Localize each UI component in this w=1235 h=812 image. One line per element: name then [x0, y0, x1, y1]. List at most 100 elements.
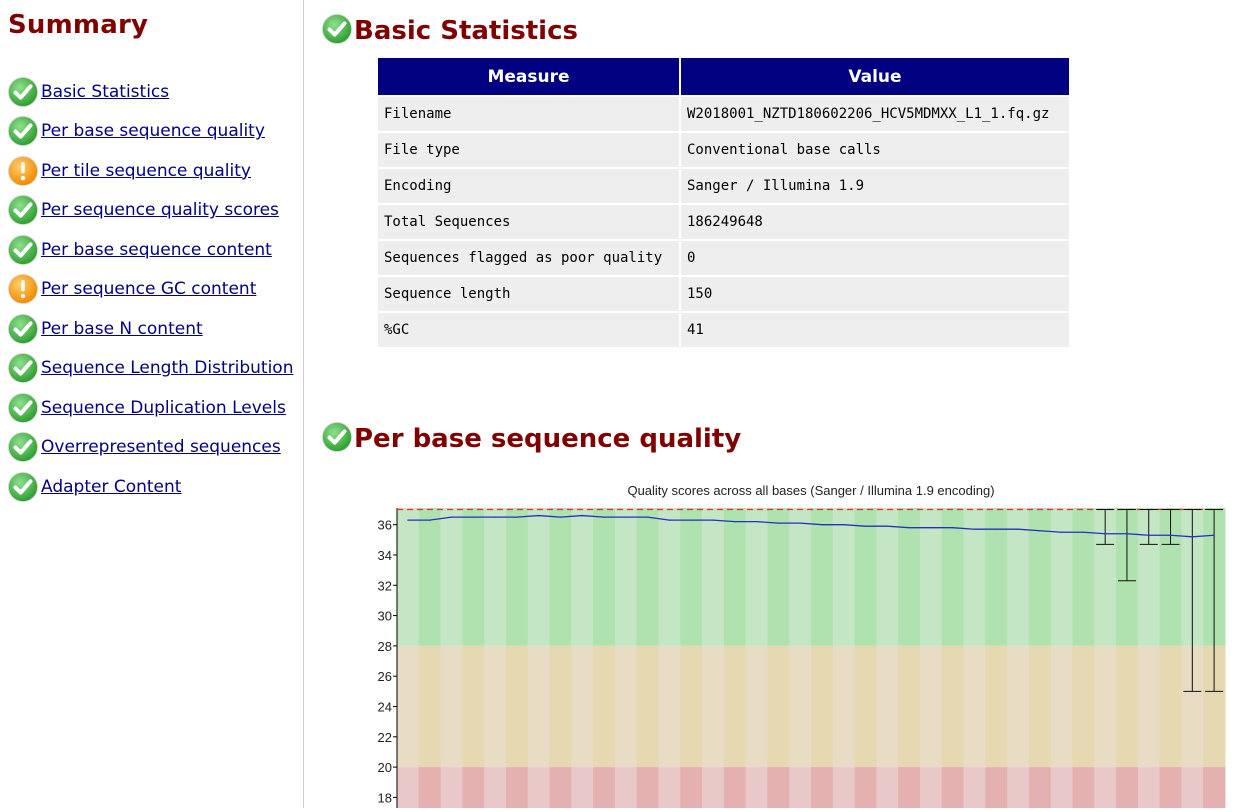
mean-quality-point: [799, 522, 801, 524]
zone-band-good: [593, 508, 616, 646]
zone-band-good: [505, 508, 529, 646]
zone-band-poor: [549, 767, 572, 808]
quality-chart-container: Quality scores across all bases (Sanger …: [304, 478, 1235, 808]
pass-icon: [6, 351, 40, 385]
summary-item: Overrepresented sequences: [6, 428, 293, 468]
mean-quality-point: [1017, 528, 1019, 530]
pass-icon: [6, 233, 40, 267]
zone-band-poor: [919, 767, 943, 808]
mean-quality-point: [777, 522, 779, 524]
summary-link[interactable]: Overrepresented sequences: [41, 437, 281, 457]
summary-link[interactable]: Adapter Content: [41, 477, 181, 497]
zone-band-good: [745, 508, 768, 646]
zone-band-reasonable: [440, 645, 463, 768]
summary-link[interactable]: Per sequence GC content: [41, 279, 256, 299]
pass-icon: [6, 193, 40, 227]
summary-item: Sequence Duplication Levels: [6, 388, 293, 428]
zone-band-good: [1050, 508, 1073, 646]
zone-band-reasonable: [723, 645, 747, 768]
measure-cell: Encoding: [378, 169, 679, 203]
y-tick-label: 18: [378, 790, 392, 805]
zone-band-poor: [462, 767, 485, 808]
zone-band-good: [614, 508, 638, 646]
mean-quality-point: [1060, 531, 1063, 533]
value-cell: W2018001_NZTD180602206_HCV5MDMXX_L1_1.fq…: [681, 97, 1069, 131]
zone-band-reasonable: [636, 645, 659, 768]
value-cell: Sanger / Illumina 1.9: [681, 169, 1069, 203]
mean-quality-point: [494, 516, 496, 518]
summary-list: Basic Statistics Per base sequence qualit…: [6, 72, 293, 507]
mean-quality-point: [1039, 530, 1041, 532]
mean-quality-point: [1104, 533, 1106, 535]
zone-band-good: [462, 508, 485, 646]
summary-link[interactable]: Per base sequence quality: [41, 121, 265, 141]
warning-icon: [6, 272, 40, 306]
table-row: Encoding Sanger / Illumina 1.9: [378, 169, 1069, 203]
zone-band-good: [876, 508, 899, 646]
summary-link[interactable]: Per sequence quality scores: [41, 200, 279, 220]
zone-band-good: [658, 508, 681, 646]
value-cell: 41: [681, 313, 1069, 347]
zone-band-poor: [658, 767, 681, 808]
summary-item: Adapter Content: [6, 467, 293, 507]
summary-link[interactable]: Basic Statistics: [41, 82, 169, 102]
zone-band-reasonable: [614, 645, 638, 768]
mean-quality-point: [581, 514, 583, 517]
zone-band-poor: [767, 767, 790, 808]
basic-statistics-rows: Filename W2018001_NZTD180602206_HCV5MDMXX…: [378, 97, 1069, 347]
basic-statistics-table: Measure Value Filename W2018001_NZTD18060…: [376, 56, 1071, 349]
y-tick-label: 32: [378, 578, 392, 593]
report-main: Basic Statistics Measure Value Filename W…: [304, 0, 1235, 808]
zone-band-poor: [680, 767, 703, 808]
zone-band-poor: [832, 767, 856, 808]
mean-quality-point: [712, 519, 714, 521]
summary-link[interactable]: Per base N content: [41, 319, 203, 339]
zone-band-good: [789, 508, 812, 646]
mean-quality-point: [429, 519, 431, 521]
zone-band-reasonable: [549, 645, 572, 768]
zone-band-poor: [636, 767, 659, 808]
mean-quality-point: [930, 527, 932, 529]
zone-band-poor: [723, 767, 747, 808]
zone-band-poor: [1116, 767, 1139, 808]
summary-item: Basic Statistics: [6, 72, 293, 112]
zone-band-good: [767, 508, 790, 646]
value-cell: 0: [681, 241, 1069, 275]
value-cell: 150: [681, 277, 1069, 311]
zone-band-reasonable: [702, 645, 725, 768]
pass-icon: [6, 114, 40, 148]
mean-quality-point: [1126, 533, 1128, 535]
summary-link[interactable]: Sequence Duplication Levels: [41, 398, 286, 418]
table-header-row: Measure Value: [378, 58, 1069, 95]
table-row: Sequence length 150: [378, 277, 1069, 311]
zone-band-reasonable: [1159, 645, 1182, 768]
zone-band-poor: [593, 767, 616, 808]
zone-band-poor: [418, 767, 442, 808]
zone-band-poor: [985, 767, 1008, 808]
mean-quality-point: [864, 525, 867, 527]
zone-band-good: [549, 508, 572, 646]
zone-band-poor: [1094, 767, 1117, 808]
summary-item: Per sequence quality scores: [6, 191, 293, 231]
mean-quality-point: [886, 525, 888, 527]
zone-band-poor: [745, 767, 768, 808]
zone-band-poor: [1203, 767, 1226, 808]
pass-icon: [6, 391, 40, 425]
summary-link[interactable]: Per tile sequence quality: [41, 161, 251, 181]
summary-link[interactable]: Per base sequence content: [41, 240, 272, 260]
summary-item: Per tile sequence quality: [6, 151, 293, 191]
per-base-quality-title: Per base sequence quality: [354, 424, 742, 454]
zone-band-poor: [789, 767, 812, 808]
zone-band-reasonable: [767, 645, 790, 768]
measure-cell: %GC: [378, 313, 679, 347]
chart-title: Quality scores across all bases (Sanger …: [627, 483, 994, 498]
mean-quality-point: [472, 516, 474, 518]
summary-link[interactable]: Sequence Length Distribution: [41, 358, 293, 378]
zone-band-poor: [1137, 767, 1161, 808]
pass-icon: [6, 75, 40, 109]
y-tick-label: 30: [378, 609, 392, 624]
pass-icon: [6, 312, 40, 346]
zone-band-reasonable: [832, 645, 856, 768]
zone-band-reasonable: [1116, 645, 1139, 768]
summary-item: Per sequence GC content: [6, 270, 293, 310]
